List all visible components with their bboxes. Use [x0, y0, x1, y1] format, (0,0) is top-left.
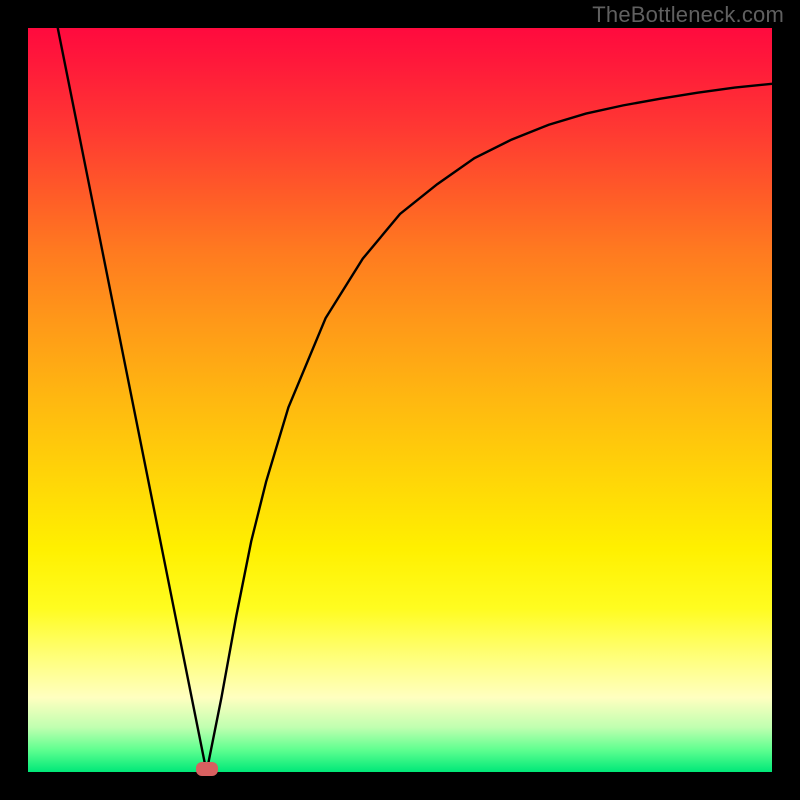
plot-area — [28, 28, 772, 772]
min-marker — [196, 762, 218, 776]
curve-svg — [28, 28, 772, 772]
watermark-text: TheBottleneck.com — [592, 2, 784, 28]
bottleneck-curve — [58, 28, 772, 772]
